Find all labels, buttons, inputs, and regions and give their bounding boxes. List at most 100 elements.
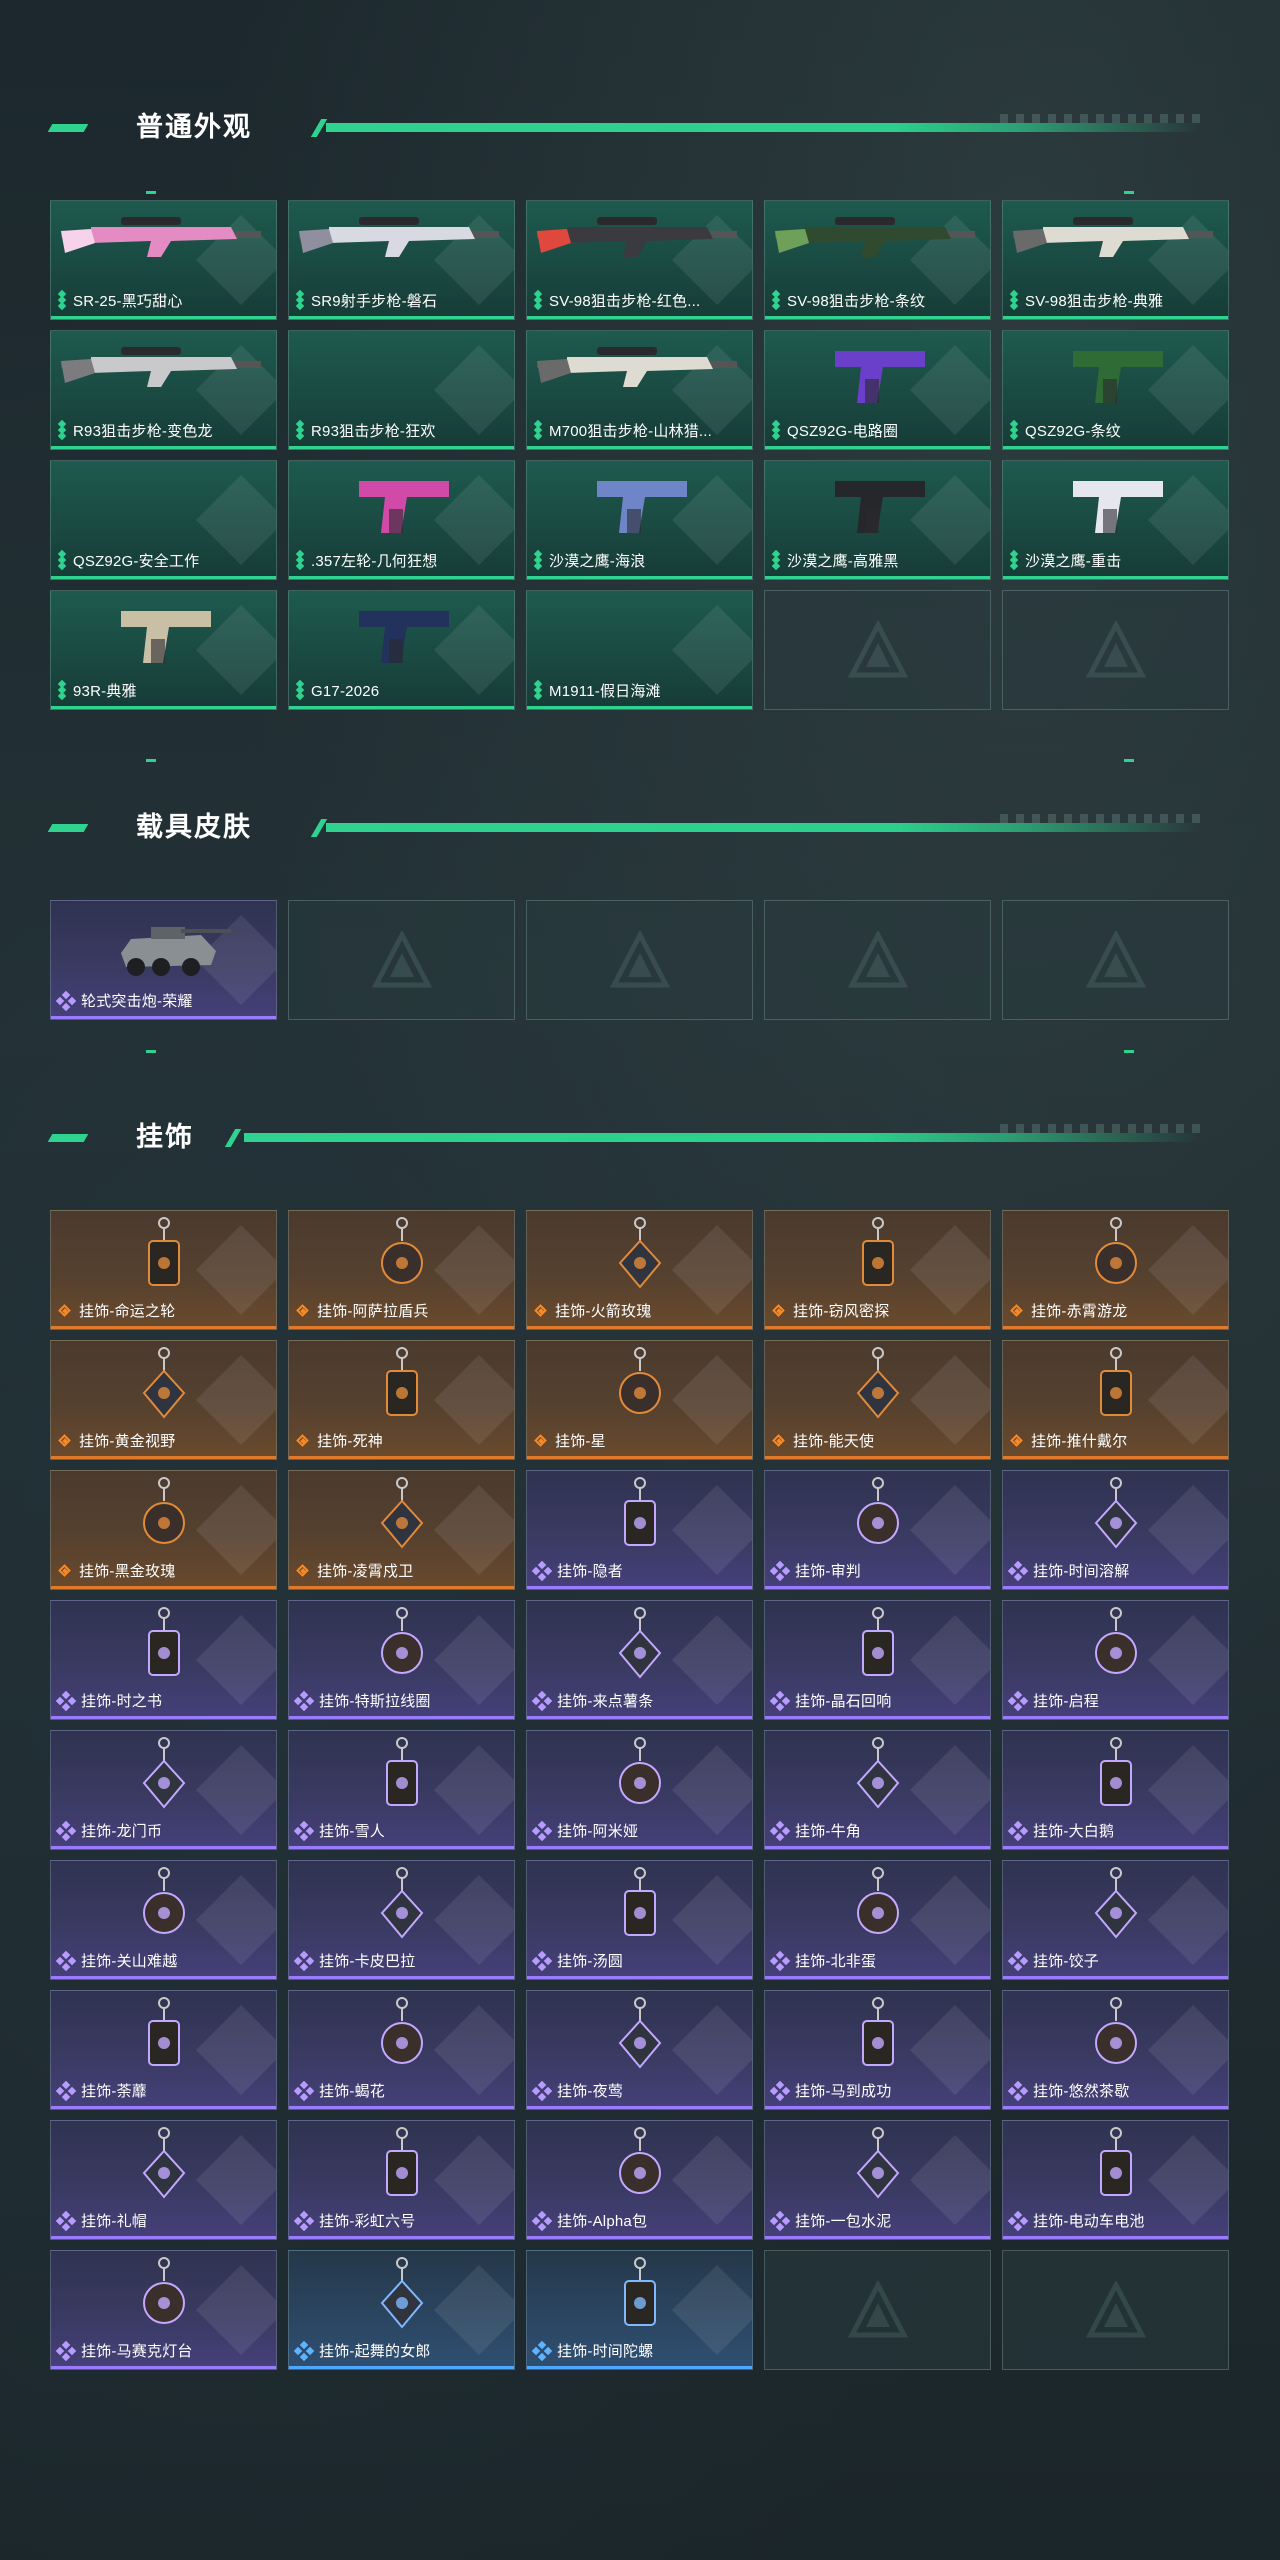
rarity-bar (527, 1846, 752, 1849)
weapon-skin-card[interactable]: 沙漠之鹰-海浪 (526, 460, 753, 580)
weapon-skin-card[interactable]: SR9射手步枪-磐石 (288, 200, 515, 320)
charm-card[interactable]: 挂饰-一包水泥 (764, 2120, 991, 2240)
charm-card[interactable]: 挂饰-火箭玫瑰 (526, 1210, 753, 1330)
decor-tick (1124, 191, 1134, 194)
charm-card[interactable]: 挂饰-黑金玫瑰 (50, 1470, 277, 1590)
charm-card[interactable]: 挂饰-阿萨拉盾兵 (288, 1210, 515, 1330)
weapon-skin-card[interactable]: 沙漠之鹰-重击 (1002, 460, 1229, 580)
charm-card[interactable]: 挂饰-电动车电池 (1002, 2120, 1229, 2240)
weapon-skin-card[interactable]: QSZ92G-电路圈 (764, 330, 991, 450)
weapon-skin-card[interactable]: G17-2026 (288, 590, 515, 710)
vehicle-skin-card[interactable]: 轮式突击炮-荣耀 (50, 900, 277, 1020)
charm-card[interactable]: 挂饰-饺子 (1002, 1860, 1229, 1980)
weapon-skin-card[interactable]: 沙漠之鹰-高雅黑 (764, 460, 991, 580)
rarity-orange-icon (771, 1303, 787, 1319)
charm-card[interactable]: 挂饰-关山难越 (50, 1860, 277, 1980)
charm-card[interactable]: 挂饰-汤圆 (526, 1860, 753, 1980)
charm-card[interactable]: 挂饰-晶石回响 (764, 1600, 991, 1720)
charm-image (386, 1737, 418, 1806)
charm-card[interactable]: 挂饰-阿米娅 (526, 1730, 753, 1850)
charm-card[interactable]: 挂饰-隐者 (526, 1470, 753, 1590)
rarity-orange-icon (771, 1433, 787, 1449)
charm-image (1100, 1737, 1132, 1806)
charm-image (380, 2257, 424, 2329)
weapon-skin-card[interactable]: SV-98狙击步枪-红色... (526, 200, 753, 320)
rarity-purple-icon (1007, 1820, 1029, 1841)
charm-card[interactable]: 挂饰-夜莺 (526, 1990, 753, 2110)
charm-card[interactable]: 挂饰-礼帽 (50, 2120, 277, 2240)
item-name: 挂饰-凌霄戍卫 (317, 1563, 414, 1580)
charm-card[interactable]: 挂饰-彩虹六号 (288, 2120, 515, 2240)
charm-card[interactable]: 挂饰-马赛克灯台 (50, 2250, 277, 2370)
weapon-skin-card[interactable]: SV-98狙击步枪-条纹 (764, 200, 991, 320)
rarity-bar (289, 2236, 514, 2239)
placeholder-logo-icon (848, 621, 908, 678)
charm-card[interactable]: 挂饰-启程 (1002, 1600, 1229, 1720)
charm-card[interactable]: 挂饰-审判 (764, 1470, 991, 1590)
charm-card[interactable]: 挂饰-凌霄戍卫 (288, 1470, 515, 1590)
weapon-image (121, 611, 211, 663)
charm-card[interactable]: 挂饰-特斯拉线圈 (288, 1600, 515, 1720)
charm-card[interactable]: 挂饰-来点薯条 (526, 1600, 753, 1720)
weapon-skin-card[interactable]: M700狙击步枪-山林猎... (526, 330, 753, 450)
charm-card[interactable]: 挂饰-推什戴尔 (1002, 1340, 1229, 1460)
charm-card[interactable]: 挂饰-时间溶解 (1002, 1470, 1229, 1590)
item-name: 挂饰-汤圆 (557, 1953, 623, 1970)
charm-card[interactable]: 挂饰-北非蛋 (764, 1860, 991, 1980)
placeholder-logo-icon (610, 931, 670, 988)
charm-card[interactable]: 挂饰-荼蘼 (50, 1990, 277, 2110)
weapon-skin-card[interactable]: R93狙击步枪-变色龙 (50, 330, 277, 450)
charm-card[interactable]: 挂饰-牛角 (764, 1730, 991, 1850)
weapon-skin-card[interactable]: R93狙击步枪-狂欢 (288, 330, 515, 450)
weapon-skin-card[interactable]: SR-25-黑巧甜心 (50, 200, 277, 320)
rarity-bar (1003, 1976, 1228, 1979)
charm-card[interactable]: 挂饰-雪人 (288, 1730, 515, 1850)
charm-card[interactable]: 挂饰-赤霄游龙 (1002, 1210, 1229, 1330)
rarity-purple-icon (531, 2080, 553, 2101)
charm-card[interactable]: 挂饰-Alpha包 (526, 2120, 753, 2240)
item-name: 挂饰-Alpha包 (557, 2213, 648, 2230)
charm-card[interactable]: 挂饰-龙门币 (50, 1730, 277, 1850)
rarity-bar (527, 316, 752, 319)
charm-card[interactable]: 挂饰-马到成功 (764, 1990, 991, 2110)
weapon-skin-card[interactable]: QSZ92G-条纹 (1002, 330, 1229, 450)
rarity-purple-icon (293, 1950, 315, 1971)
weapon-skin-card[interactable]: QSZ92G-安全工作 (50, 460, 277, 580)
charm-card[interactable]: 挂饰-起舞的女郎 (288, 2250, 515, 2370)
charm-card[interactable]: 挂饰-时间陀螺 (526, 2250, 753, 2370)
card-label-row: SV-98狙击步枪-条纹 (771, 289, 925, 311)
card-label-row: G17-2026 (295, 679, 379, 701)
card-label-row: 挂饰-阿米娅 (531, 1820, 638, 1841)
weapon-skin-card[interactable]: M1911-假日海滩 (526, 590, 753, 710)
placeholder-logo-icon (848, 931, 908, 988)
item-name: 挂饰-命运之轮 (79, 1303, 176, 1320)
weapon-skin-card[interactable]: SV-98狙击步枪-典雅 (1002, 200, 1229, 320)
charm-card[interactable]: 挂饰-能天使 (764, 1340, 991, 1460)
rarity-orange-icon (1009, 1433, 1025, 1449)
weapon-image (289, 331, 515, 426)
card-label-row: 挂饰-雪人 (293, 1820, 385, 1841)
charm-card[interactable]: 挂饰-死神 (288, 1340, 515, 1460)
weapon-image (1073, 351, 1163, 403)
charm-card[interactable]: 挂饰-卡皮巴拉 (288, 1860, 515, 1980)
charm-card[interactable]: 挂饰-悠然茶歇 (1002, 1990, 1229, 2110)
rarity-bar (527, 576, 752, 579)
charm-card[interactable]: 挂饰-窃风密探 (764, 1210, 991, 1330)
rarity-purple-icon (531, 1560, 553, 1581)
card-label-row: 挂饰-能天使 (771, 1430, 874, 1451)
weapon-skin-card[interactable]: 93R-典雅 (50, 590, 277, 710)
rarity-purple-icon (1007, 1950, 1029, 1971)
charm-card[interactable]: 挂饰-黄金视野 (50, 1340, 277, 1460)
charm-card[interactable]: 挂饰-大白鹅 (1002, 1730, 1229, 1850)
item-name: R93狙击步枪-狂欢 (311, 423, 436, 440)
weapon-image (51, 461, 277, 556)
weapon-skin-card[interactable]: .357左轮-几何狂想 (288, 460, 515, 580)
charm-card[interactable]: 挂饰-星 (526, 1340, 753, 1460)
item-name: 挂饰-启程 (1033, 1693, 1099, 1710)
charm-card[interactable]: 挂饰-命运之轮 (50, 1210, 277, 1330)
charm-card[interactable]: 挂饰-蝎花 (288, 1990, 515, 2110)
item-name: 挂饰-特斯拉线圈 (319, 1693, 431, 1710)
card-label-row: 挂饰-夜莺 (531, 2080, 623, 2101)
charm-card[interactable]: 挂饰-时之书 (50, 1600, 277, 1720)
rarity-orange-icon (295, 1563, 311, 1579)
